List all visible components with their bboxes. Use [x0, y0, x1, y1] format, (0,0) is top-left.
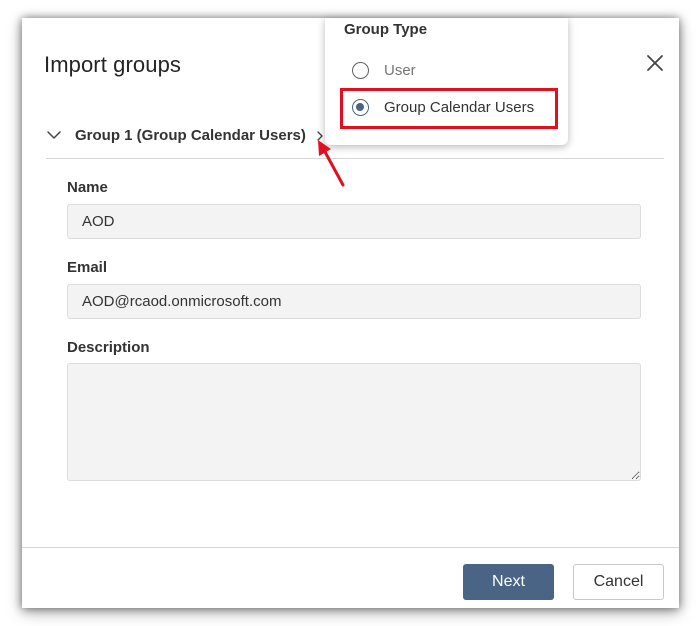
description-field[interactable]: [67, 363, 641, 481]
radio-option-user[interactable]: User: [352, 62, 416, 79]
radio-label-user: User: [384, 62, 416, 79]
email-field[interactable]: [67, 284, 641, 319]
radio-selected-icon[interactable]: [352, 99, 369, 116]
name-label: Name: [67, 179, 108, 196]
group-type-title: Group Type: [344, 21, 428, 38]
close-button[interactable]: [642, 50, 668, 76]
radio-unselected-icon[interactable]: [352, 62, 369, 79]
radio-label-group-calendar-users: Group Calendar Users: [384, 99, 535, 116]
radio-option-group-calendar-users[interactable]: Group Calendar Users: [352, 99, 534, 116]
next-button[interactable]: Next: [463, 564, 554, 600]
footer-divider: [22, 547, 679, 548]
screenshot-canvas: Import groups Group 1 (Group Calendar Us…: [0, 0, 698, 626]
dialog-title: Import groups: [44, 52, 182, 77]
cancel-button[interactable]: Cancel: [573, 564, 664, 600]
group-section-title: Group 1 (Group Calendar Users): [75, 126, 306, 144]
group-section-header[interactable]: Group 1 (Group Calendar Users): [46, 122, 326, 148]
name-field[interactable]: [67, 204, 641, 239]
radio-dot: [356, 103, 364, 111]
chevron-down-icon[interactable]: [46, 127, 62, 143]
email-label: Email: [67, 259, 108, 276]
close-icon: [642, 50, 668, 76]
section-divider: [46, 158, 664, 159]
group-type-popup: Group Type User Group Calendar Users: [325, 18, 568, 145]
description-label: Description: [67, 339, 150, 356]
